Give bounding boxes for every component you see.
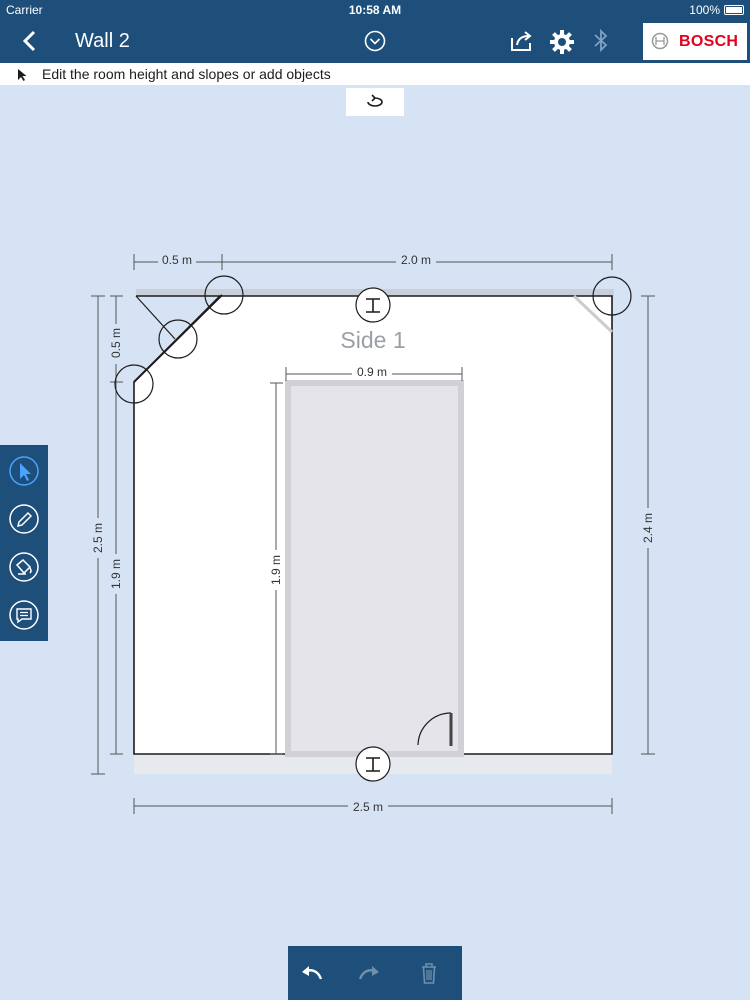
wall-drawing: Side 1 0.5 m 2.0 m 0.9 m 2.5 m 0.5 m 2.5… (91, 253, 655, 814)
pointer-icon (9, 456, 39, 486)
delete-button[interactable] (414, 958, 444, 988)
dim-bottom[interactable]: 2.5 m (353, 800, 383, 814)
dim-door-height[interactable]: 1.9 m (269, 555, 283, 585)
side-label: Side 1 (340, 327, 405, 353)
comment-tool-button[interactable] (8, 599, 40, 631)
draw-tool-button[interactable] (8, 503, 40, 535)
redo-icon (358, 966, 379, 980)
tool-palette (0, 445, 48, 641)
door-object[interactable] (285, 380, 464, 757)
paint-tool-button[interactable] (8, 551, 40, 583)
undo-icon (302, 966, 323, 980)
select-tool-button[interactable] (8, 455, 40, 487)
height-handle-bottom[interactable] (355, 746, 391, 782)
dim-right[interactable]: 2.4 m (641, 513, 655, 543)
paint-bucket-icon (9, 552, 39, 582)
height-handle-top[interactable] (355, 287, 391, 323)
dim-left-inner[interactable]: 1.9 m (109, 559, 123, 589)
trash-icon (422, 963, 436, 984)
dim-left-slope[interactable]: 0.5 m (109, 328, 123, 358)
dim-door-width[interactable]: 0.9 m (357, 365, 387, 379)
dim-top-left[interactable]: 0.5 m (162, 253, 192, 267)
bottom-action-bar (288, 946, 462, 1000)
dim-left-outer[interactable]: 2.5 m (91, 523, 105, 553)
comment-icon (9, 600, 39, 630)
redo-button[interactable] (354, 958, 384, 988)
dim-top-right[interactable]: 2.0 m (401, 253, 431, 267)
pencil-icon (9, 504, 39, 534)
left-slope-guide (135, 295, 176, 340)
undo-button[interactable] (297, 958, 327, 988)
